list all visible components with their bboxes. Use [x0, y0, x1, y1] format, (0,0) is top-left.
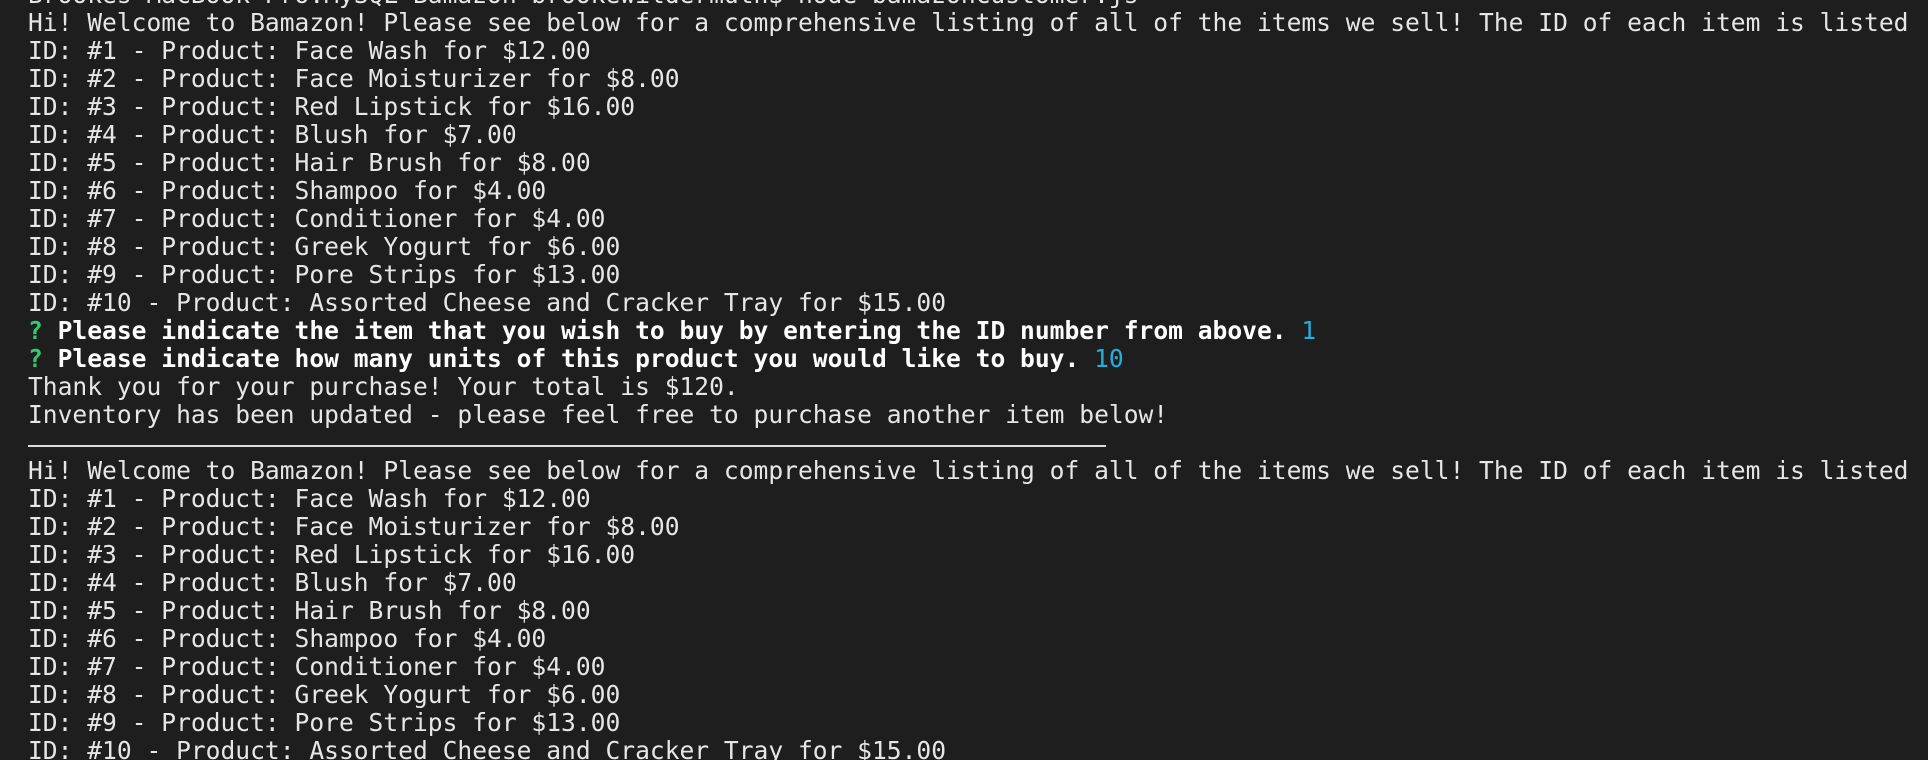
welcome-message: Hi! Welcome to Bamazon! Please see below… [28, 9, 1918, 37]
product-line: ID: #7 - Product: Conditioner for $4.00 [28, 653, 606, 681]
thank-you-message: Thank you for your purchase! Your total … [28, 373, 739, 401]
separator-line [28, 429, 1918, 457]
prompt-answer: 10 [1094, 345, 1124, 373]
product-line: ID: #8 - Product: Greek Yogurt for $6.00 [28, 233, 621, 261]
product-line: ID: #9 - Product: Pore Strips for $13.00 [28, 709, 621, 737]
product-line: ID: #9 - Product: Pore Strips for $13.00 [28, 261, 621, 289]
prompt-item-id: ? Please indicate the item that you wish… [28, 317, 1918, 345]
product-line: ID: #2 - Product: Face Moisturizer for $… [28, 513, 680, 541]
product-line: ID: #8 - Product: Greek Yogurt for $6.00 [28, 681, 621, 709]
divider [28, 445, 1106, 447]
product-line: ID: #5 - Product: Hair Brush for $8.00 [28, 597, 591, 625]
command-line: Brookes-MacBook-Pro:MySQL-Bamazon brooke… [28, 0, 1918, 9]
terminal-output: Brookes-MacBook-Pro:MySQL-Bamazon brooke… [28, 0, 1918, 760]
product-line: ID: #2 - Product: Face Moisturizer for $… [28, 65, 680, 93]
product-line: ID: #3 - Product: Red Lipstick for $16.0… [28, 93, 636, 121]
welcome-message: Hi! Welcome to Bamazon! Please see below… [28, 457, 1918, 485]
inventory-message: Inventory has been updated - please feel… [28, 401, 1169, 429]
question-mark-icon: ? [28, 345, 43, 373]
terminal-window[interactable]: Brookes-MacBook-Pro:MySQL-Bamazon brooke… [0, 0, 1928, 760]
product-line: ID: #6 - Product: Shampoo for $4.00 [28, 177, 547, 205]
prompt-answer: 1 [1301, 317, 1317, 345]
product-line: ID: #5 - Product: Hair Brush for $8.00 [28, 149, 591, 177]
product-line: ID: #4 - Product: Blush for $7.00 [28, 569, 517, 597]
question-mark-icon: ? [28, 317, 43, 345]
prompt-question: Please indicate the item that you wish t… [57, 317, 1287, 345]
product-line: ID: #10 - Product: Assorted Cheese and C… [28, 289, 947, 317]
product-line: ID: #10 - Product: Assorted Cheese and C… [28, 737, 947, 760]
product-line: ID: #3 - Product: Red Lipstick for $16.0… [28, 541, 636, 569]
product-line: ID: #6 - Product: Shampoo for $4.00 [28, 625, 547, 653]
prompt-quantity: ? Please indicate how many units of this… [28, 345, 1918, 373]
product-line: ID: #1 - Product: Face Wash for $12.00 [28, 485, 591, 513]
product-line: ID: #7 - Product: Conditioner for $4.00 [28, 205, 606, 233]
prompt-question: Please indicate how many units of this p… [57, 345, 1080, 373]
product-line: ID: #1 - Product: Face Wash for $12.00 [28, 37, 591, 65]
product-line: ID: #4 - Product: Blush for $7.00 [28, 121, 517, 149]
